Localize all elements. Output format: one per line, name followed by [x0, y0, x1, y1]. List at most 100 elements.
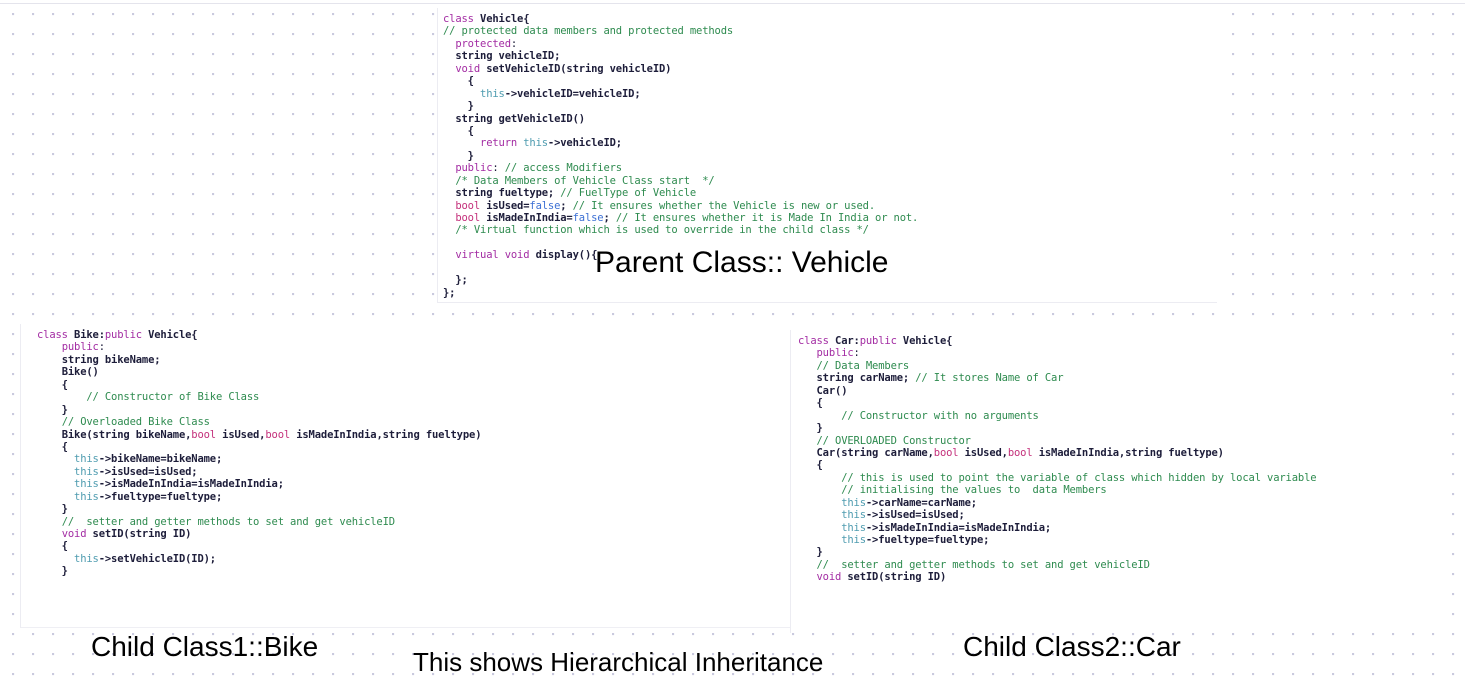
code-token: isMadeInIndia,string fueltype) [290, 428, 482, 441]
code-line: bool isUsed=false; // It ensures whether… [443, 200, 1217, 212]
code-line: } [798, 422, 1452, 434]
code-line: // Data Members [798, 360, 1452, 372]
code-token: this [74, 453, 99, 466]
code-token: this [841, 521, 866, 534]
code-token: Car() [816, 384, 848, 397]
code-line: void setID(string ID) [798, 571, 1452, 583]
code-token: bool [455, 199, 481, 212]
code-line: string carName; // It stores Name of Car [798, 372, 1452, 384]
code-line: this->fueltype=fueltype; [37, 491, 790, 503]
code-token: class [37, 329, 75, 341]
code-line: } [798, 546, 1452, 558]
code-token: } [37, 565, 68, 578]
code-token: false [529, 199, 561, 212]
code-token: : [510, 37, 518, 50]
code-line: this->isMadeInIndia=isMadeInIndia; [37, 478, 790, 490]
code-token: bool [1007, 446, 1033, 459]
code-token: bool [455, 212, 481, 224]
code-token: setID(string ID) [86, 528, 192, 540]
code-line: this->isMadeInIndia=isMadeInIndia; [798, 522, 1452, 534]
code-token: this [841, 534, 866, 546]
code-line: // OVERLOADED Constructor [798, 435, 1452, 447]
code-token: // access Modifiers [504, 162, 622, 175]
code-token: /* Virtual function which is used to ove… [455, 224, 869, 237]
code-token: ->setVehicleID(ID); [98, 552, 216, 565]
code-token: { [37, 440, 68, 453]
annotation-child-class-bike[interactable]: Child Class1::Bike [91, 631, 318, 663]
code-token: : [853, 347, 860, 360]
code-token: Bike() [61, 366, 99, 379]
code-line: Bike() [37, 366, 790, 378]
code-token: class [798, 335, 836, 347]
code-line: } [37, 565, 790, 577]
code-token: // OVERLOADED Constructor [816, 434, 971, 447]
code-token: }; [443, 274, 468, 287]
code-panel-car[interactable]: class Car:public Vehicle{ public: // Dat… [790, 330, 1452, 633]
code-token: // setter and getter methods to set and … [816, 558, 1150, 571]
code-token: display(){ [529, 249, 598, 262]
code-token: // protected data members and protected … [443, 25, 734, 38]
code-token: // setter and getter methods to set and … [61, 515, 395, 528]
code-token: isMadeInIndia= [480, 212, 573, 224]
annotation-diagram-caption[interactable]: This shows Hierarchical Inheritance [413, 647, 823, 678]
code-token: public [816, 347, 854, 360]
code-line: Car() [798, 385, 1452, 397]
code-line: string getVehicleID() [443, 113, 1217, 125]
code-token: ->isUsed=isUsed; [98, 465, 198, 478]
code-token: Vehicle{ [141, 329, 198, 341]
annotation-child-class-car[interactable]: Child Class2::Car [963, 631, 1181, 663]
code-token: } [443, 149, 474, 162]
code-line: protected: [443, 38, 1217, 50]
code-token: this [74, 465, 99, 478]
code-token: // FuelType of Vehicle [560, 187, 697, 200]
code-token: ->isMadeInIndia=isMadeInIndia; [865, 521, 1052, 534]
code-line: } [37, 503, 790, 515]
code-line: } [37, 404, 790, 416]
code-token: ->vehicleID; [547, 137, 622, 150]
code-token: } [798, 422, 823, 435]
board-top-divider [0, 3, 1465, 4]
code-token: public [859, 335, 897, 347]
code-line: public: // access Modifiers [443, 162, 1217, 174]
code-token: bool [933, 446, 959, 459]
code-token: // It ensures whether the Vehicle is new… [572, 199, 876, 212]
code-token: ->vehicleID=vehicleID; [504, 87, 641, 100]
code-line: { [443, 125, 1217, 137]
code-token: ->fueltype=fueltype; [98, 490, 223, 503]
code-token: string getVehicleID() [455, 112, 585, 125]
code-line: // Constructor of Bike Class [37, 391, 790, 403]
code-line: { [798, 397, 1452, 409]
code-line: { [37, 540, 790, 552]
whiteboard-canvas[interactable]: class Vehicle{ // protected data members … [0, 0, 1465, 692]
code-line: } [443, 100, 1217, 112]
code-token: this [841, 509, 866, 522]
code-token: ->bikeName=bikeName; [98, 453, 223, 466]
annotation-parent-class[interactable]: Parent Class:: Vehicle [595, 246, 888, 280]
code-line: // setter and getter methods to set and … [798, 559, 1452, 571]
code-token: isMadeInIndia,string fueltype) [1032, 446, 1224, 459]
code-token: // Data Members [816, 359, 910, 372]
code-panel-bike[interactable]: class Bike:public Vehicle{ public: strin… [20, 324, 790, 628]
code-token: Vehicle{ [896, 335, 953, 347]
code-token: this [523, 137, 548, 150]
code-token: { [37, 378, 68, 391]
code-token: // this is used to point the variable of… [841, 471, 1317, 484]
code-line: string vehicleID; [443, 50, 1217, 62]
code-line: { [37, 441, 790, 453]
code-token: }; [443, 286, 456, 299]
code-token: void [816, 571, 842, 584]
